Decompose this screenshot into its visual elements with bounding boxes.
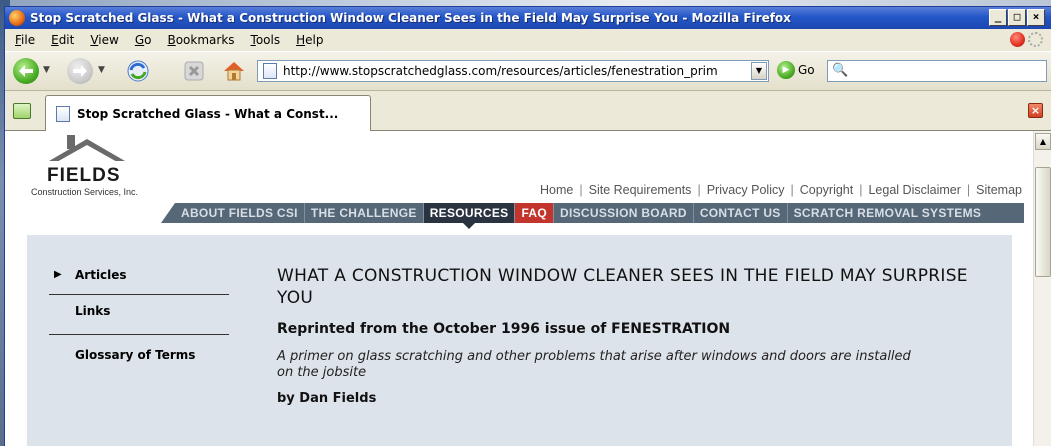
- error-indicator-icon[interactable]: [1010, 32, 1025, 47]
- maximize-button[interactable]: □: [1008, 9, 1026, 26]
- util-link-home[interactable]: Home: [540, 183, 573, 197]
- close-tab-icon[interactable]: ×: [1028, 103, 1043, 118]
- stop-icon[interactable]: [182, 59, 206, 83]
- url-dropdown-icon[interactable]: ▼: [751, 62, 767, 80]
- browser-window: Stop Scratched Glass - What a Constructi…: [4, 6, 1051, 446]
- window-title: Stop Scratched Glass - What a Constructi…: [30, 11, 791, 25]
- forward-button[interactable]: [67, 58, 93, 84]
- article-subtitle: Reprinted from the October 1996 issue of…: [277, 321, 731, 337]
- menu-file[interactable]: File: [7, 33, 43, 47]
- menu-file-label: ile: [21, 33, 36, 47]
- menu-go-label: o: [144, 33, 152, 47]
- menu-help-accel: H: [296, 33, 306, 47]
- tab-page-icon: [56, 105, 70, 122]
- util-separator: |: [859, 183, 863, 197]
- util-link-privacy-policy[interactable]: Privacy Policy: [707, 183, 785, 197]
- forward-history-dropdown-icon[interactable]: ▼: [98, 65, 105, 75]
- sidebar-item-label: Links: [75, 304, 111, 318]
- sidebar-item-label: Glossary of Terms: [75, 348, 196, 362]
- util-separator: |: [579, 183, 583, 197]
- util-link-legal-disclaimer[interactable]: Legal Disclaimer: [868, 183, 960, 197]
- nav-about[interactable]: ABOUT FIELDS CSI: [175, 203, 305, 223]
- back-button[interactable]: [13, 58, 39, 84]
- menu-edit-accel: E: [51, 33, 59, 47]
- go-button[interactable]: ▶ Go: [777, 61, 815, 79]
- site-header: FIELDS Construction Services, Inc. Home …: [5, 131, 1034, 235]
- nav-discussion-board[interactable]: DISCUSSION BOARD: [554, 203, 694, 223]
- home-icon[interactable]: [221, 58, 247, 84]
- logo-subtitle: Construction Services, Inc.: [31, 187, 139, 197]
- page-viewport: FIELDS Construction Services, Inc. Home …: [5, 131, 1034, 446]
- site-body: ▶ Articles Links Glossary of Terms WHAT …: [27, 235, 1012, 446]
- fields-logo[interactable]: FIELDS Construction Services, Inc.: [27, 135, 139, 203]
- go-arrow-icon: ▶: [777, 61, 795, 79]
- article-content: WHAT A CONSTRUCTION WINDOW CLEANER SEES …: [277, 265, 977, 406]
- menu-go[interactable]: Go: [127, 33, 160, 47]
- throbber-icon: [1028, 32, 1043, 47]
- close-button[interactable]: ×: [1027, 9, 1045, 26]
- nav-resources[interactable]: RESOURCES: [423, 203, 516, 229]
- menu-bookmarks[interactable]: Bookmarks: [159, 33, 242, 47]
- menu-tools-label: ools: [255, 33, 281, 47]
- util-link-copyright[interactable]: Copyright: [800, 183, 854, 197]
- util-link-site-requirements[interactable]: Site Requirements: [589, 183, 692, 197]
- tab-title: Stop Scratched Glass - What a Const...: [77, 106, 339, 121]
- menu-edit-label: dit: [58, 33, 75, 47]
- vertical-scrollbar[interactable]: ▲: [1033, 131, 1051, 446]
- article-title: WHAT A CONSTRUCTION WINDOW CLEANER SEES …: [277, 266, 968, 308]
- menu-bookmarks-accel: B: [167, 33, 176, 47]
- minimize-button[interactable]: _: [989, 9, 1007, 26]
- sidebar-item-glossary[interactable]: Glossary of Terms: [49, 335, 229, 369]
- util-separator: |: [966, 183, 971, 197]
- menu-edit[interactable]: Edit: [43, 33, 82, 47]
- page-icon: [263, 63, 277, 79]
- menu-bar: File Edit View Go Bookmarks Tools Help: [5, 29, 1051, 51]
- url-bar[interactable]: http://www.stopscratchedglass.com/resour…: [257, 60, 769, 82]
- title-bar[interactable]: Stop Scratched Glass - What a Constructi…: [5, 7, 1051, 29]
- util-separator: |: [697, 183, 701, 197]
- tab-bar: Stop Scratched Glass - What a Const... ×: [5, 91, 1051, 131]
- utility-links: Home | Site Requirements | Privacy Polic…: [540, 183, 1022, 197]
- sidebar-item-links[interactable]: Links: [49, 295, 229, 335]
- main-navigation: ABOUT FIELDS CSI THE CHALLENGE RESOURCES…: [161, 203, 1024, 229]
- reload-icon[interactable]: [125, 58, 151, 84]
- menu-help-label: elp: [305, 33, 324, 47]
- sidebar-item-label: Articles: [75, 268, 127, 282]
- menu-bookmarks-label: ookmarks: [175, 33, 235, 47]
- menu-help[interactable]: Help: [288, 33, 331, 47]
- menu-tools[interactable]: Tools: [243, 33, 289, 47]
- search-input[interactable]: 🔍: [827, 60, 1047, 82]
- navigation-toolbar: ▼ ▼ http://www.stopscratchedglass.com/re…: [5, 51, 1051, 91]
- back-history-dropdown-icon[interactable]: ▼: [43, 65, 50, 75]
- logo-roof-inner: [55, 145, 119, 163]
- nav-challenge[interactable]: THE CHALLENGE: [305, 203, 424, 223]
- nav-contact-us[interactable]: CONTACT US: [694, 203, 788, 223]
- search-icon[interactable]: 🔍: [832, 63, 848, 78]
- url-text[interactable]: http://www.stopscratchedglass.com/resour…: [283, 64, 751, 78]
- nav-scratch-removal-systems[interactable]: SCRATCH REMOVAL SYSTEMS: [788, 203, 988, 223]
- firefox-icon[interactable]: [9, 10, 25, 26]
- current-item-arrow-icon: ▶: [54, 269, 62, 280]
- new-tab-icon[interactable]: [13, 103, 31, 119]
- article-byline: by Dan Fields: [277, 391, 377, 406]
- util-separator: |: [790, 183, 794, 197]
- menu-view-label: iew: [98, 33, 119, 47]
- back-arrow-icon: [19, 65, 33, 77]
- menu-go-accel: G: [134, 33, 145, 47]
- logo-word: FIELDS: [47, 165, 121, 186]
- util-link-sitemap[interactable]: Sitemap: [976, 183, 1022, 197]
- forward-arrow-icon: [73, 65, 87, 77]
- window-controls: _ □ ×: [989, 9, 1045, 26]
- tab-active[interactable]: Stop Scratched Glass - What a Const...: [45, 95, 371, 131]
- sidebar-item-articles[interactable]: ▶ Articles: [49, 265, 229, 295]
- menu-view[interactable]: View: [82, 33, 126, 47]
- go-label: Go: [798, 63, 815, 77]
- scroll-thumb[interactable]: [1035, 167, 1051, 277]
- article-lede: A primer on glass scratching and other p…: [277, 349, 911, 380]
- resources-sidebar: ▶ Articles Links Glossary of Terms: [49, 265, 229, 369]
- nav-faq[interactable]: FAQ: [515, 203, 555, 223]
- scroll-up-icon[interactable]: ▲: [1035, 133, 1051, 150]
